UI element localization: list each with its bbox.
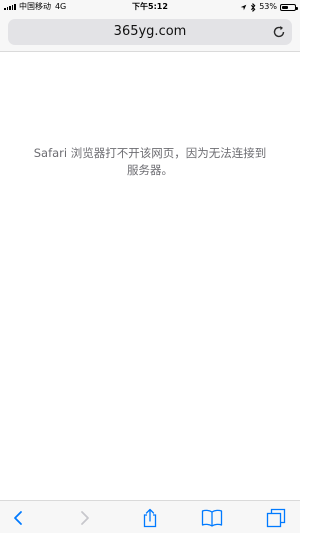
- address-bar[interactable]: 365yg.com: [8, 19, 292, 45]
- share-icon: [143, 508, 157, 528]
- battery-cap: [296, 6, 298, 10]
- battery-level: [282, 5, 289, 9]
- status-bar: 中国移动 4G 下午5:12 53%: [0, 0, 300, 14]
- bluetooth-icon: [251, 2, 256, 12]
- battery-percent: 53%: [259, 2, 277, 11]
- url-text[interactable]: 365yg.com: [8, 19, 292, 45]
- share-button[interactable]: [138, 506, 162, 530]
- bookmarks-button[interactable]: [200, 506, 224, 530]
- web-content: Safari 浏览器打不开该网页，因为无法连接到服务器。: [0, 53, 300, 500]
- forward-button[interactable]: [73, 506, 97, 530]
- chevron-left-icon: [14, 511, 22, 525]
- tabs-icon: [266, 508, 286, 528]
- address-bar-area: 365yg.com: [0, 14, 300, 52]
- bottom-toolbar: [0, 500, 300, 533]
- back-button[interactable]: [6, 506, 30, 530]
- book-icon: [201, 509, 223, 527]
- status-right: 53%: [240, 0, 298, 14]
- error-message: Safari 浏览器打不开该网页，因为无法连接到服务器。: [33, 146, 267, 177]
- battery-icon: [280, 3, 298, 11]
- reload-icon[interactable]: [272, 25, 286, 39]
- chevron-right-icon: [81, 511, 89, 525]
- tabs-button[interactable]: [264, 506, 288, 530]
- location-icon: [240, 4, 247, 10]
